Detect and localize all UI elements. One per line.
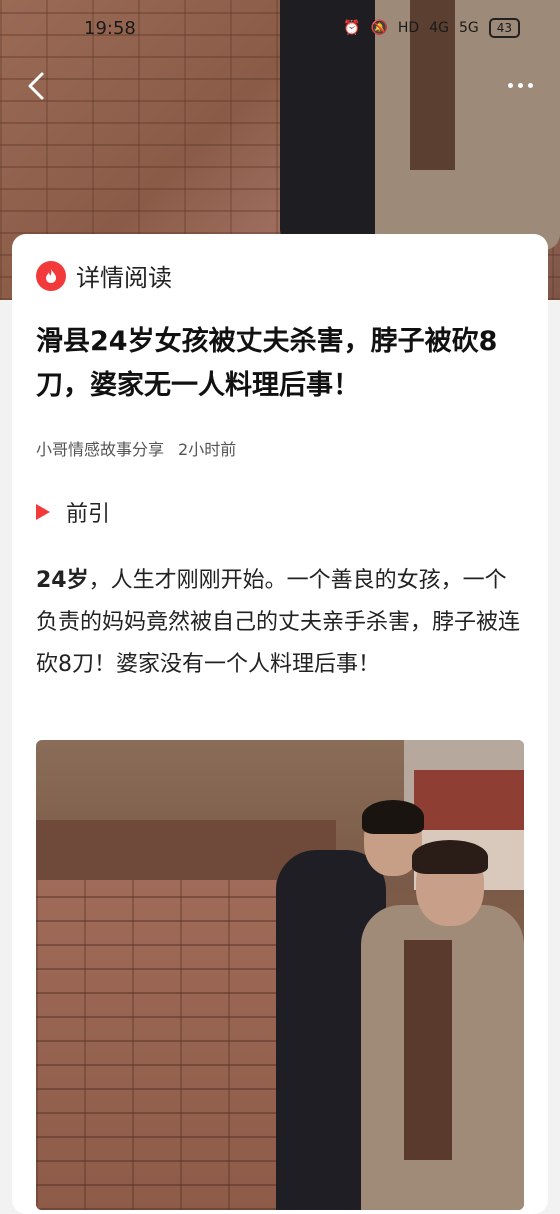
status-icons: ⏰ 🔕 HD 4G 5G 43 bbox=[343, 18, 520, 38]
signal-4g-icon: 4G bbox=[429, 20, 449, 36]
intro-text: ，人生才刚刚开始。一个善良的女孩，一个负责的妈妈竟然被自己的丈夫亲手杀害，脖子被… bbox=[36, 568, 521, 677]
status-time: 19:58 bbox=[84, 18, 136, 39]
status-bar: 19:58 ⏰ 🔕 HD 4G 5G 43 bbox=[0, 0, 560, 58]
article-title: 滑县24岁女孩被丈夫杀害，脖子被砍8刀，婆家无一人料理后事！ bbox=[36, 326, 498, 401]
mute-icon: 🔕 bbox=[370, 20, 388, 36]
chevron-left-icon bbox=[28, 72, 44, 100]
publish-time: 2小时前 bbox=[178, 440, 237, 459]
play-triangle-icon bbox=[36, 504, 50, 520]
article-photo[interactable] bbox=[36, 740, 524, 1210]
header-label: 详情阅读 bbox=[76, 264, 172, 292]
signal-5g-icon: 5G bbox=[458, 20, 479, 36]
article-card: 详情阅读 滑县24岁女孩被丈夫杀害，脖子被砍8刀，婆家无一人料理后事！ 小哥情感… bbox=[12, 234, 548, 1214]
alarm-icon: ⏰ bbox=[343, 20, 361, 36]
section-label: 前引 bbox=[66, 502, 111, 527]
intro-bold: 24岁 bbox=[36, 568, 89, 593]
section-heading: 前引 bbox=[36, 496, 110, 528]
battery-icon: 43 bbox=[488, 18, 520, 38]
article-meta: 小哥情感故事分享 2小时前 bbox=[36, 436, 236, 460]
more-button[interactable] bbox=[500, 70, 540, 100]
card-header: 详情阅读 bbox=[36, 258, 172, 293]
fire-icon bbox=[36, 260, 66, 291]
intro-paragraph: 24岁，人生才刚刚开始。一个善良的女孩，一个负责的妈妈竟然被自己的丈夫亲手杀害，… bbox=[36, 560, 528, 686]
author-name[interactable]: 小哥情感故事分享 bbox=[36, 436, 164, 460]
back-button[interactable] bbox=[20, 68, 56, 104]
hd-label: HD bbox=[397, 20, 420, 36]
